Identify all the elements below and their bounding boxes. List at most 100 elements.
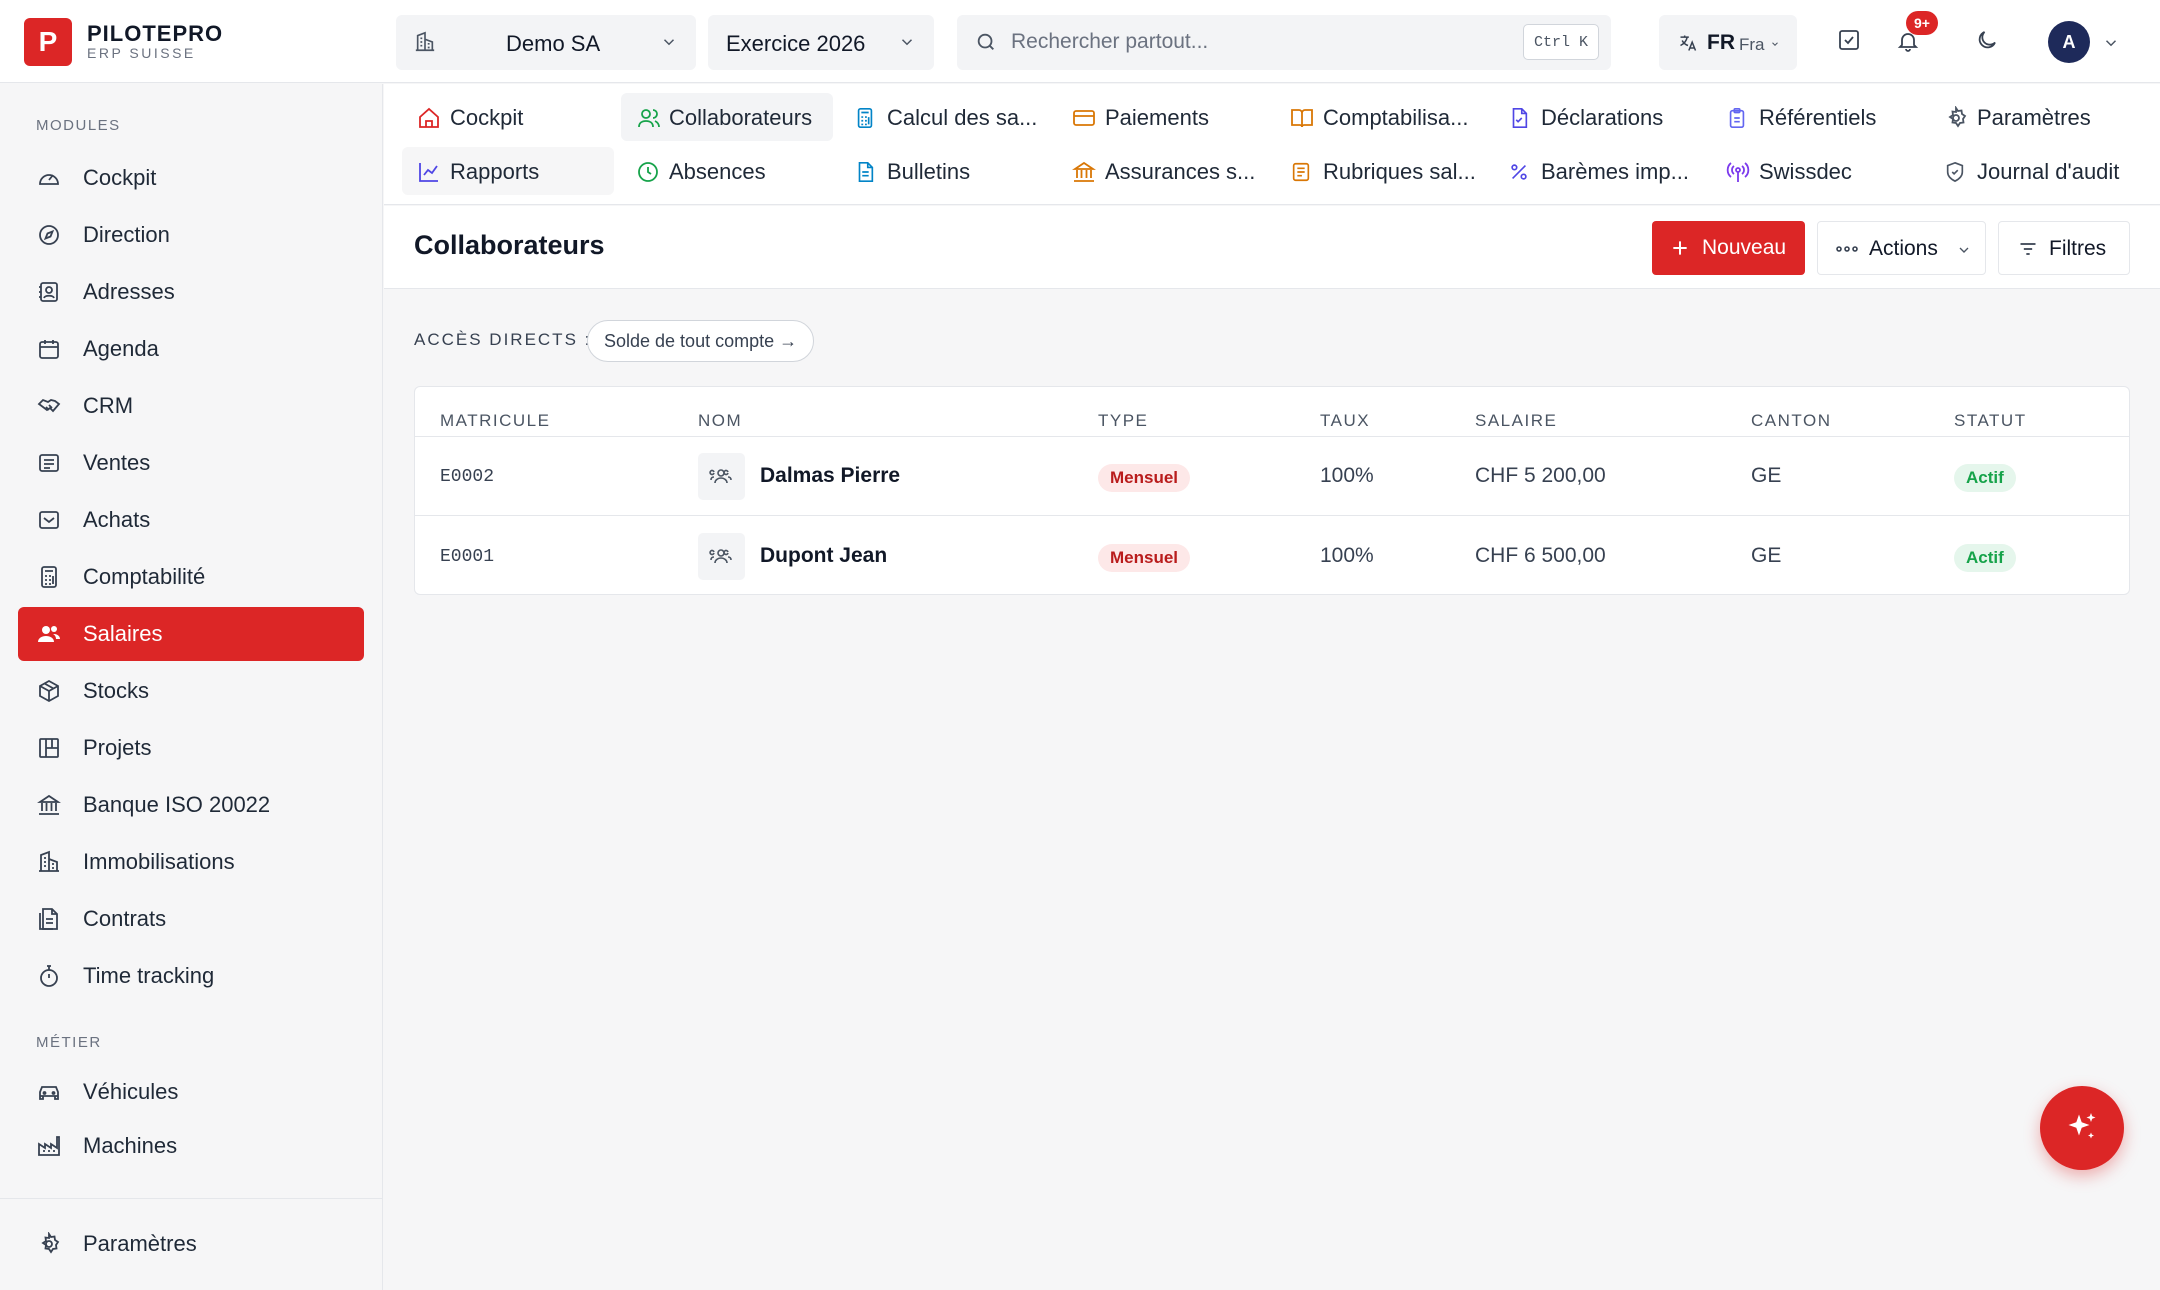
- sidebar-item-label: Time tracking: [83, 963, 215, 988]
- users-icon: [709, 469, 732, 484]
- tab-baremes-impot[interactable]: Barèmes imp...: [1493, 147, 1693, 195]
- sidebar-item-contrats[interactable]: Contrats: [18, 892, 364, 946]
- company-selector[interactable]: Demo SA: [396, 15, 696, 70]
- quick-access-label: ACCÈS DIRECTS :: [414, 330, 592, 349]
- type-badge: Mensuel: [1098, 464, 1191, 492]
- cell-canton: GE: [1751, 464, 1782, 487]
- tab-calcul-des-salaires[interactable]: Calcul des sa...: [839, 93, 1049, 141]
- cell-matricule: E0002: [440, 467, 495, 487]
- sidebar-item-machines[interactable]: Machines: [18, 1119, 364, 1173]
- sidebar-item-cockpit[interactable]: Cockpit: [18, 151, 364, 205]
- page-header: Collaborateurs Nouveau Actions Filtres: [384, 206, 2160, 289]
- avatar[interactable]: A: [2048, 21, 2090, 63]
- column-header-type[interactable]: TYPE: [1098, 411, 1148, 431]
- tab-parametres[interactable]: Paramètres: [1929, 93, 2139, 141]
- sidebar-item-label: Banque ISO 20022: [83, 792, 271, 817]
- column-header-salaire[interactable]: SALAIRE: [1475, 411, 1557, 431]
- bank-icon: [1072, 160, 1096, 184]
- column-header-taux[interactable]: TAUX: [1320, 411, 1370, 431]
- column-header-matricule[interactable]: MATRICULE: [440, 411, 550, 431]
- sidebar-item-salaires[interactable]: Salaires: [18, 607, 364, 661]
- page-title: Collaborateurs: [414, 230, 605, 260]
- tab-label: Collaborateurs: [669, 105, 813, 130]
- tab-swissdec[interactable]: Swissdec: [1711, 147, 1911, 195]
- sidebar-item-label: Direction: [83, 222, 170, 247]
- tab-referentiels[interactable]: Référentiels: [1711, 93, 1911, 141]
- tab-comptabilisation[interactable]: Comptabilisa...: [1275, 93, 1485, 141]
- calendar-icon: [36, 337, 62, 361]
- sidebar-item-label: Immobilisations: [83, 849, 235, 874]
- sidebar-item-vehicules[interactable]: Véhicules: [18, 1065, 364, 1119]
- language-selector[interactable]: FR Fra: [1659, 15, 1797, 70]
- table-row[interactable]: E0002 Dalmas Pierre Mensuel 100% CHF 5 2…: [415, 437, 2129, 516]
- status-badge: Actif: [1954, 544, 2016, 572]
- tab-absences[interactable]: Absences: [621, 147, 821, 195]
- clock-icon: [636, 160, 660, 184]
- company-name: Demo SA: [506, 31, 601, 56]
- sidebar-item-label: Stocks: [83, 678, 150, 703]
- sidebar-item-banque[interactable]: Banque ISO 20022: [18, 778, 364, 832]
- moon-icon[interactable]: [1975, 28, 1999, 52]
- sparkles-icon: [2068, 1113, 2096, 1139]
- cell-taux: 100%: [1320, 464, 1374, 487]
- column-header-nom[interactable]: NOM: [698, 411, 742, 431]
- sidebar-item-direction[interactable]: Direction: [18, 208, 364, 262]
- sidebar-item-ventes[interactable]: Ventes: [18, 436, 364, 490]
- cell-salaire: CHF 5 200,00: [1475, 464, 1606, 487]
- book-icon: [1290, 106, 1314, 130]
- tab-rubriques-salariales[interactable]: Rubriques sal...: [1275, 147, 1485, 195]
- sidebar-item-label: Paramètres: [83, 1231, 197, 1256]
- quick-access-final-settlement-link[interactable]: Solde de tout compte →: [587, 320, 815, 362]
- sidebar-item-immobilisations[interactable]: Immobilisations: [18, 835, 364, 889]
- cell-nom[interactable]: Dupont Jean: [760, 544, 887, 568]
- users-icon: [36, 622, 62, 646]
- sidebar-item-stocks[interactable]: Stocks: [18, 664, 364, 718]
- fiscal-year-value: Exercice 2026: [726, 31, 866, 56]
- chevron-down-icon: [1956, 242, 1972, 258]
- actions-button-label: Actions: [1869, 237, 1938, 260]
- language-name: Fra: [1739, 35, 1765, 54]
- tab-collaborateurs[interactable]: Collaborateurs: [621, 93, 833, 141]
- sidebar-item-comptabilite[interactable]: Comptabilité: [18, 550, 364, 604]
- search-input[interactable]: [1011, 25, 1471, 59]
- tab-journal-audit[interactable]: Journal d'audit: [1929, 147, 2151, 195]
- column-header-canton[interactable]: CANTON: [1751, 411, 1831, 431]
- sidebar-item-label: Machines: [83, 1133, 178, 1158]
- table-row[interactable]: E0001 Dupont Jean Mensuel 100% CHF 6 500…: [415, 517, 2129, 594]
- cell-nom[interactable]: Dalmas Pierre: [760, 464, 900, 488]
- cell-matricule: E0001: [440, 547, 495, 567]
- tab-cockpit[interactable]: Cockpit: [402, 93, 602, 141]
- chevron-down-icon[interactable]: [2102, 34, 2120, 52]
- filters-button[interactable]: Filtres: [1998, 221, 2130, 275]
- tab-rapports[interactable]: Rapports: [402, 147, 614, 195]
- car-icon: [36, 1080, 62, 1104]
- building-icon: [36, 850, 62, 874]
- column-header-statut[interactable]: STATUT: [1954, 411, 2027, 431]
- new-button[interactable]: Nouveau: [1652, 221, 1805, 275]
- sidebar-item-projets[interactable]: Projets: [18, 721, 364, 775]
- chevron-down-icon: [898, 33, 916, 51]
- notification-badge: 9+: [1906, 11, 1938, 35]
- sidebar-item-adresses[interactable]: Adresses: [18, 265, 364, 319]
- sidebar-item-time-tracking[interactable]: Time tracking: [18, 949, 364, 1003]
- tab-label: Référentiels: [1759, 105, 1877, 130]
- tasks-icon[interactable]: [1837, 28, 1861, 52]
- cell-salaire: CHF 6 500,00: [1475, 544, 1606, 567]
- factory-icon: [36, 1134, 62, 1158]
- document-icon: [36, 907, 62, 931]
- sidebar-item-achats[interactable]: Achats: [18, 493, 364, 547]
- tab-paiements[interactable]: Paiements: [1057, 93, 1257, 141]
- ai-assistant-button[interactable]: [2040, 1086, 2124, 1170]
- contact-icon: [36, 280, 62, 304]
- tab-assurances-sociales[interactable]: Assurances s...: [1057, 147, 1267, 195]
- sidebar-section-metier: MÉTIER: [36, 1034, 102, 1051]
- tab-declarations[interactable]: Déclarations: [1493, 93, 1693, 141]
- clipboard-icon: [1726, 106, 1748, 130]
- sidebar-item-parametres[interactable]: Paramètres: [18, 1217, 364, 1271]
- fiscal-year-selector[interactable]: Exercice 2026: [708, 15, 934, 70]
- sidebar-item-agenda[interactable]: Agenda: [18, 322, 364, 376]
- actions-button[interactable]: Actions: [1817, 221, 1986, 275]
- logo-mark[interactable]: P: [24, 18, 72, 66]
- tab-bulletins[interactable]: Bulletins: [839, 147, 1039, 195]
- sidebar-item-crm[interactable]: CRM: [18, 379, 364, 433]
